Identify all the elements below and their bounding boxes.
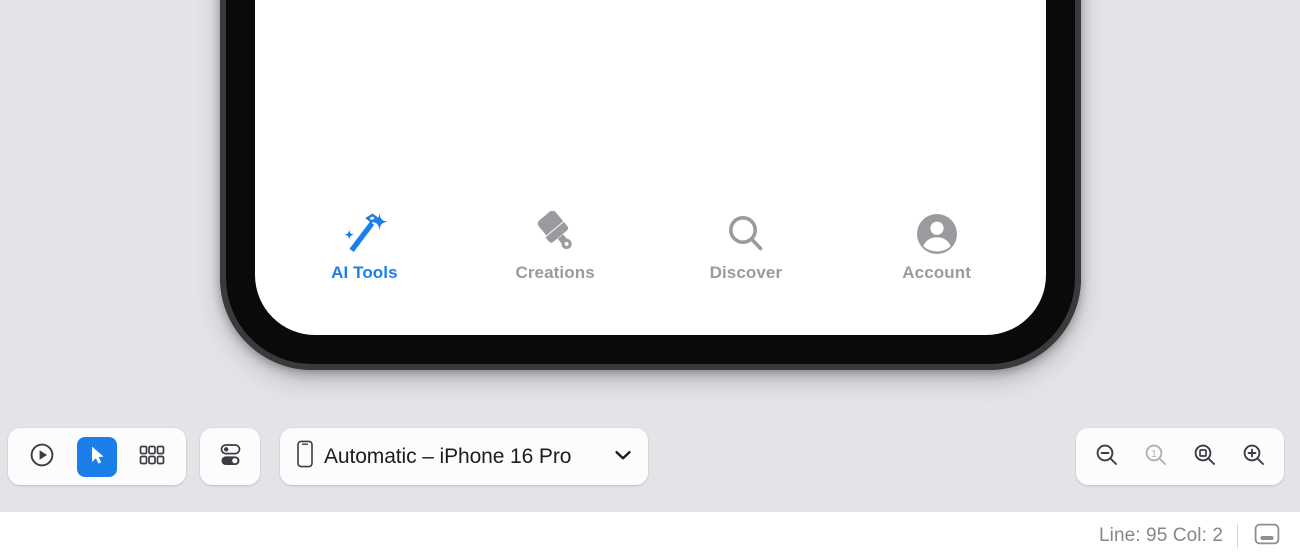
magnifier-fit-icon	[1192, 442, 1218, 471]
magnifier-one-icon: 1	[1143, 442, 1169, 471]
tab-label-account: Account	[902, 263, 971, 282]
mode-button-group	[8, 428, 186, 485]
magic-wand-sparkles-icon	[338, 210, 390, 258]
grid-6-icon	[139, 445, 165, 468]
editor-status-bar: Line: 95 Col: 2	[0, 512, 1300, 560]
tab-creations[interactable]: Creations	[480, 210, 630, 283]
tab-ai-tools[interactable]: AI Tools	[289, 210, 439, 283]
play-circle-icon	[29, 442, 55, 471]
play-preview-button[interactable]	[22, 437, 62, 477]
tab-label-discover: Discover	[709, 263, 783, 282]
device-selector[interactable]: Automatic – iPhone 16 Pro	[280, 428, 648, 485]
select-pointer-button[interactable]	[76, 436, 117, 477]
tab-discover[interactable]: Discover	[671, 210, 821, 283]
variants-grid-button[interactable]	[132, 437, 172, 477]
inspector-panel-toggle[interactable]	[1252, 521, 1282, 551]
device-frame-iphone-16-pro: AI Tools Creations Discover Account	[220, 0, 1081, 370]
zoom-to-fit-button[interactable]	[1185, 437, 1225, 477]
magnifier-minus-icon	[1094, 442, 1120, 471]
zoom-button-group: 1	[1076, 428, 1284, 485]
magnifying-glass-icon	[720, 210, 772, 258]
zoom-actual-size-button[interactable]: 1	[1136, 437, 1176, 477]
tab-label-ai-tools: AI Tools	[331, 263, 398, 282]
status-divider	[1237, 524, 1238, 548]
zoom-in-button[interactable]	[1234, 437, 1274, 477]
app-tab-bar: AI Tools Creations Discover Account	[255, 210, 1046, 283]
svg-text:1: 1	[1151, 449, 1157, 460]
chevron-down-icon	[614, 448, 632, 466]
cursor-arrow-icon	[86, 444, 108, 469]
person-circle-icon	[911, 210, 963, 258]
xcode-preview-window: AI Tools Creations Discover Account Auto…	[0, 0, 1300, 560]
preview-canvas: AI Tools Creations Discover Account Auto…	[0, 0, 1300, 512]
magnifier-plus-icon	[1241, 442, 1267, 471]
device-selector-label: Automatic – iPhone 16 Pro	[324, 444, 572, 468]
preview-toolbar: Automatic – iPhone 16 Pro 1	[0, 428, 1300, 486]
paintbrush-icon	[529, 210, 581, 258]
iphone-icon	[296, 440, 314, 473]
settings-button-group	[200, 428, 260, 485]
tab-label-creations: Creations	[515, 263, 595, 282]
device-screen: AI Tools Creations Discover Account	[255, 0, 1046, 335]
toggles-icon	[216, 442, 244, 471]
preview-settings-button[interactable]	[210, 437, 250, 477]
bottom-panel-icon	[1254, 523, 1280, 550]
line-col-indicator: Line: 95 Col: 2	[1098, 525, 1223, 546]
zoom-out-button[interactable]	[1087, 437, 1127, 477]
tab-account[interactable]: Account	[862, 210, 1012, 283]
